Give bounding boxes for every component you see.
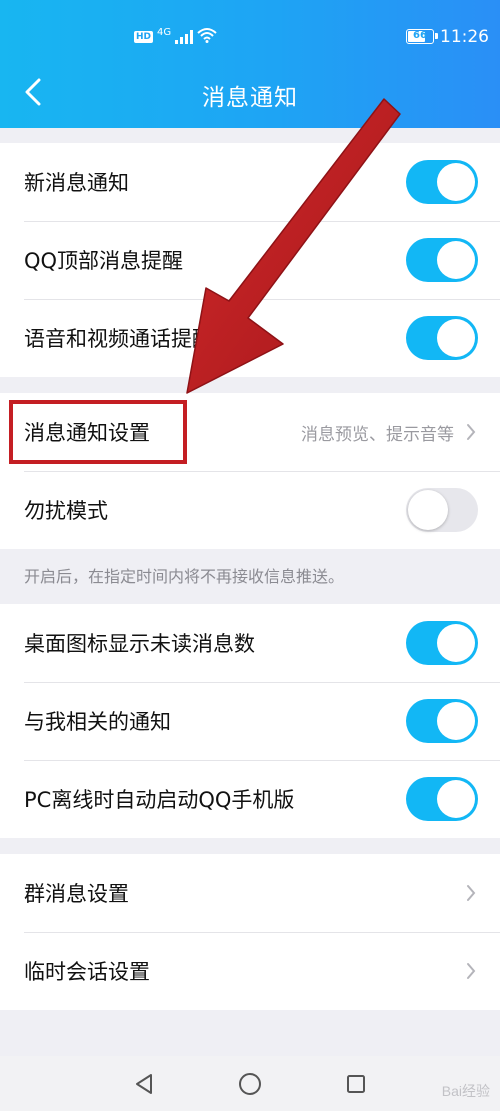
row-value: 消息预览、提示音等 [301,424,454,445]
row-new-message-notify: 新消息通知 [0,143,500,221]
battery-level: 66 [413,30,427,41]
nav-recents-button[interactable] [336,1068,376,1100]
badge-settings-group: 桌面图标显示未读消息数 与我相关的通知 PC离线时自动启动QQ手机版 [0,604,500,838]
row-label: 临时会话设置 [24,960,150,984]
row-related-notify: 与我相关的通知 [0,682,500,760]
annotation-highlight-box [9,400,187,464]
status-time: 11:26 [440,27,489,47]
notification-toggles-group: 新消息通知 QQ顶部消息提醒 语音和视频通话提醒 [0,143,500,377]
nav-back-button[interactable] [124,1068,164,1100]
do-not-disturb-toggle[interactable] [406,488,478,532]
hd-badge: HD [134,30,154,43]
unread-badge-toggle[interactable] [406,621,478,665]
chevron-right-icon [467,963,476,979]
new-message-toggle[interactable] [406,160,478,204]
row-label: QQ顶部消息提醒 [24,249,184,273]
row-do-not-disturb: 勿扰模式 [0,471,500,549]
row-temp-chat-settings[interactable]: 临时会话设置 [0,932,500,1010]
page-title: 消息通知 [202,85,298,111]
chevron-right-icon [467,424,476,440]
row-label: 勿扰模式 [24,499,108,523]
row-label: 群消息设置 [24,882,129,906]
row-label: 新消息通知 [24,171,129,195]
signal-indicators: HD 4G [134,27,217,46]
circle-home-icon [239,1073,261,1095]
triangle-back-icon [136,1074,152,1094]
network-type: 4G [157,27,172,38]
row-label: 桌面图标显示未读消息数 [24,632,255,656]
row-label: PC离线时自动启动QQ手机版 [24,788,295,812]
qq-top-reminder-toggle[interactable] [406,238,478,282]
related-notify-toggle[interactable] [406,699,478,743]
pc-offline-launch-toggle[interactable] [406,777,478,821]
chevron-right-icon [467,885,476,901]
row-call-reminder: 语音和视频通话提醒 [0,299,500,377]
app-header: HD 4G 66 11:26 消息通知 [0,0,500,128]
row-label: 与我相关的通知 [24,710,171,734]
row-pc-offline-launch: PC离线时自动启动QQ手机版 [0,760,500,838]
row-unread-badge: 桌面图标显示未读消息数 [0,604,500,682]
signal-bars-icon [175,29,194,44]
row-group-message-settings[interactable]: 群消息设置 [0,854,500,932]
system-nav-bar: Bai经验 [0,1056,500,1111]
status-bar: HD 4G 66 11:26 [0,0,500,56]
dnd-description: 开启后，在指定时间内将不再接收信息推送。 [24,567,345,586]
row-qq-top-reminder: QQ顶部消息提醒 [0,221,500,299]
wifi-icon [197,27,217,46]
square-recents-icon [347,1075,365,1093]
row-label: 语音和视频通话提醒 [24,327,213,351]
nav-home-button[interactable] [230,1068,270,1100]
watermark: Bai经验 [441,1083,490,1099]
call-reminder-toggle[interactable] [406,316,478,360]
battery-icon: 66 [406,29,438,44]
chat-settings-group: 群消息设置 临时会话设置 [0,854,500,1010]
